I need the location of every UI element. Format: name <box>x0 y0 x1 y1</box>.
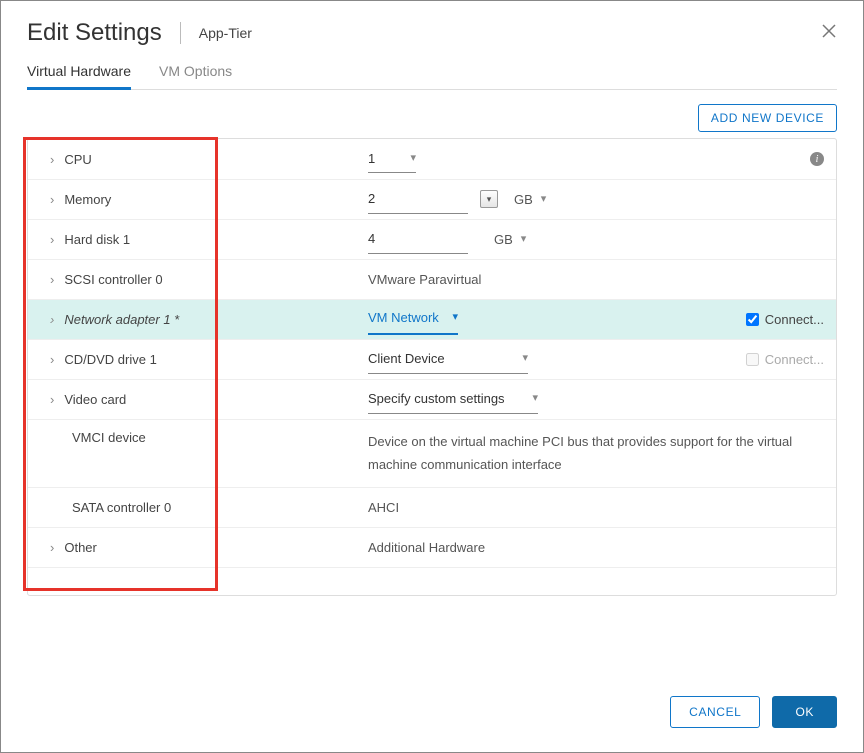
chevron-down-icon: ▾ <box>532 389 538 409</box>
row-memory-label-cell[interactable]: › Memory <box>28 192 368 207</box>
row-video-label: Video card <box>64 392 126 407</box>
memory-unit-value: GB <box>514 188 533 211</box>
tab-vm-options[interactable]: VM Options <box>159 57 232 89</box>
net-connect-checkbox[interactable] <box>746 313 759 326</box>
row-cpu-label-cell[interactable]: › CPU <box>28 152 368 167</box>
memory-stepper-button[interactable]: ▾ <box>480 190 498 208</box>
cpu-count-value: 1 <box>368 147 375 170</box>
chevron-right-icon: › <box>50 232 54 247</box>
row-net-value-cell: VM Network ▾ <box>368 304 734 334</box>
chevron-down-icon: ▾ <box>521 230 527 250</box>
row-scsi: › SCSI controller 0 VMware Paravirtual <box>28 259 836 299</box>
row-other: › Other Additional Hardware <box>28 527 836 567</box>
row-network-adapter: › Network adapter 1 * VM Network ▾ Conne… <box>28 299 836 339</box>
row-vmci-value: Device on the virtual machine PCI bus th… <box>368 430 824 477</box>
tab-bar: Virtual Hardware VM Options <box>27 57 837 90</box>
cd-connect-checkbox <box>746 353 759 366</box>
row-hard-disk-label-cell[interactable]: › Hard disk 1 <box>28 232 368 247</box>
chevron-down-icon: ▾ <box>410 149 416 169</box>
row-cd-label: CD/DVD drive 1 <box>64 352 156 367</box>
ok-button[interactable]: OK <box>772 696 837 728</box>
row-other-label-cell[interactable]: › Other <box>28 540 368 555</box>
row-sata: SATA controller 0 AHCI <box>28 487 836 527</box>
net-connect-label: Connect... <box>765 312 824 327</box>
row-scsi-value: VMware Paravirtual <box>368 268 824 291</box>
row-net-connect: Connect... <box>734 310 824 329</box>
row-memory: › Memory 2 ▾ GB ▾ <box>28 179 836 219</box>
row-vmci: VMCI device Device on the virtual machin… <box>28 419 836 487</box>
dialog-footer: CANCEL OK <box>670 696 837 728</box>
info-icon[interactable]: i <box>810 152 824 166</box>
row-vmci-label: VMCI device <box>72 430 146 445</box>
dialog-header: Edit Settings App-Tier <box>27 19 837 47</box>
header-left: Edit Settings App-Tier <box>27 19 252 47</box>
chevron-right-icon: › <box>50 312 54 327</box>
row-sata-label-cell: SATA controller 0 <box>28 500 368 515</box>
video-settings-value: Specify custom settings <box>368 387 505 410</box>
video-settings-select[interactable]: Specify custom settings ▾ <box>368 385 538 413</box>
row-cpu-value-cell: 1 ▾ <box>368 145 824 173</box>
row-scsi-label: SCSI controller 0 <box>64 272 162 287</box>
add-new-device-button[interactable]: ADD NEW DEVICE <box>698 104 837 132</box>
row-hard-disk-label: Hard disk 1 <box>64 232 130 247</box>
row-sata-label: SATA controller 0 <box>72 500 171 515</box>
row-video-label-cell[interactable]: › Video card <box>28 392 368 407</box>
row-memory-label: Memory <box>64 192 111 207</box>
title-divider <box>180 22 181 44</box>
row-cpu-label: CPU <box>64 152 91 167</box>
hardware-grid: › CPU 1 ▾ i › Memory 2 ▾ <box>27 138 837 596</box>
edit-settings-dialog: Edit Settings App-Tier Virtual Hardware … <box>0 0 864 753</box>
dialog-subtitle: App-Tier <box>199 25 252 41</box>
network-select-value: VM Network <box>368 306 439 329</box>
row-cpu: › CPU 1 ▾ i <box>28 139 836 179</box>
cd-device-value: Client Device <box>368 347 445 370</box>
chevron-right-icon: › <box>50 152 54 167</box>
toolbar: ADD NEW DEVICE <box>27 104 837 132</box>
row-cd-dvd: › CD/DVD drive 1 Client Device ▾ Connect… <box>28 339 836 379</box>
chevron-right-icon: › <box>50 192 54 207</box>
tab-virtual-hardware[interactable]: Virtual Hardware <box>27 57 131 89</box>
hard-disk-unit-value: GB <box>494 228 513 251</box>
hard-disk-size-value: 4 <box>368 227 375 250</box>
row-vmci-label-cell: VMCI device <box>28 430 368 445</box>
row-net-label-cell[interactable]: › Network adapter 1 * <box>28 312 368 327</box>
chevron-right-icon: › <box>50 540 54 555</box>
row-video-value-cell: Specify custom settings ▾ <box>368 385 824 413</box>
cd-device-select[interactable]: Client Device ▾ <box>368 345 528 373</box>
row-cd-label-cell[interactable]: › CD/DVD drive 1 <box>28 352 368 367</box>
cpu-count-select[interactable]: 1 ▾ <box>368 145 416 173</box>
row-video-card: › Video card Specify custom settings ▾ <box>28 379 836 419</box>
row-cd-connect: Connect... <box>734 350 824 369</box>
chevron-down-icon: ▾ <box>541 190 547 210</box>
chevron-down-icon: ▾ <box>452 308 458 328</box>
chevron-down-icon: ▾ <box>522 349 528 369</box>
row-scsi-label-cell[interactable]: › SCSI controller 0 <box>28 272 368 287</box>
hard-disk-unit-select[interactable]: GB ▾ <box>494 228 526 251</box>
row-other-label: Other <box>64 540 97 555</box>
row-cd-value-cell: Client Device ▾ <box>368 345 734 373</box>
memory-size-value: 2 <box>368 187 375 210</box>
dialog-title: Edit Settings <box>27 19 162 47</box>
memory-size-input[interactable]: 2 <box>368 185 468 213</box>
row-other-value: Additional Hardware <box>368 536 824 559</box>
row-sata-value: AHCI <box>368 496 824 519</box>
network-select[interactable]: VM Network ▾ <box>368 304 458 334</box>
chevron-right-icon: › <box>50 272 54 287</box>
row-hard-disk: › Hard disk 1 4 GB ▾ <box>28 219 836 259</box>
chevron-right-icon: › <box>50 392 54 407</box>
memory-unit-select[interactable]: GB ▾ <box>514 188 546 211</box>
row-hard-disk-value-cell: 4 GB ▾ <box>368 225 824 253</box>
cd-connect-label: Connect... <box>765 352 824 367</box>
row-empty <box>28 567 836 595</box>
row-memory-value-cell: 2 ▾ GB ▾ <box>368 185 824 213</box>
close-icon[interactable] <box>821 23 837 43</box>
cancel-button[interactable]: CANCEL <box>670 696 760 728</box>
chevron-right-icon: › <box>50 352 54 367</box>
row-net-label: Network adapter 1 * <box>64 312 179 327</box>
hard-disk-size-input[interactable]: 4 <box>368 225 468 253</box>
